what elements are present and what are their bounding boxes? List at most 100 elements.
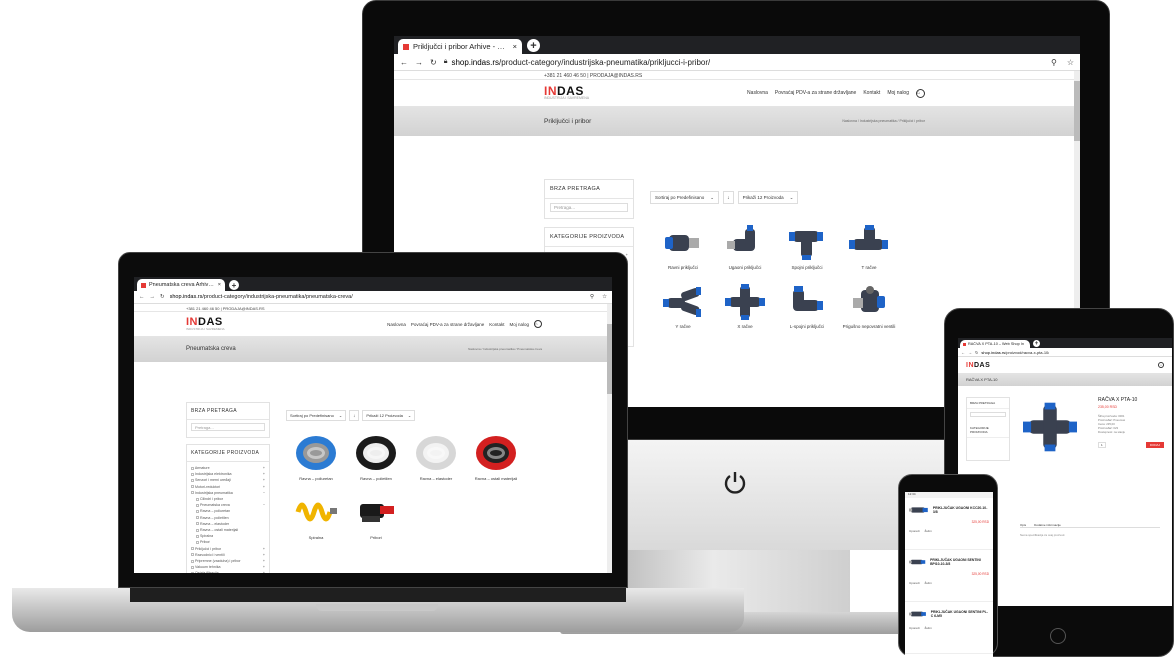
product-title[interactable]: Prigušno nepovratni ventili [838,324,900,329]
new-tab-icon[interactable]: + [1033,340,1040,347]
sort-select[interactable]: Sortiraj po Predefinisano ⌄ [286,410,347,421]
expand-icon[interactable]: − [263,502,265,508]
product-title[interactable]: T račve [838,265,900,270]
forward-icon[interactable]: → [968,350,972,355]
nav-vat-refund[interactable]: Povraćaj PDV-a za strane državljane [775,90,856,96]
tab-close-icon[interactable]: × [513,42,517,51]
product-card[interactable]: Spojni priključci [776,221,838,270]
checkbox[interactable] [191,572,194,573]
nav-home[interactable]: Naslovna [747,90,768,96]
checkbox[interactable] [196,540,199,544]
checkbox[interactable] [191,553,194,557]
list-item[interactable]: PRIKLJUČAK UGAONI SENTINI PL-C 6-M5 Upore… [905,602,993,654]
url-field[interactable]: shop.indas.rs/proizvod/racva-x-pta-10/ [981,350,1049,355]
zoom-icon[interactable]: ⚲ [590,294,594,300]
checkbox[interactable] [191,478,194,482]
zoom-icon[interactable]: ⚲ [1051,58,1057,67]
checkbox[interactable] [191,491,194,495]
product-card[interactable]: Prigušno nepovratni ventili [838,280,900,329]
site-logo[interactable]: INDAS [966,362,990,369]
checkbox[interactable] [196,528,199,532]
bookmark-star-icon[interactable]: ☆ [602,294,607,300]
product-card[interactable]: T račve [838,221,900,270]
home-button[interactable] [1050,628,1066,644]
search-input[interactable]: Pretraga... [550,203,628,212]
product-title[interactable]: Pribori [346,535,406,540]
sort-order-button[interactable]: ↓ [723,191,734,204]
expand-icon[interactable]: − [263,490,265,496]
nav-home[interactable]: Naslovna [387,322,406,327]
tab-description[interactable]: Opis [1020,523,1026,527]
expand-icon[interactable]: + [263,570,265,573]
product-card[interactable]: Ravna – poliuretan [286,430,346,481]
back-icon[interactable]: ← [961,350,965,355]
product-card[interactable]: Pribori [346,489,406,540]
product-card[interactable]: Ugaoni priključci [714,221,776,270]
wishlist-button[interactable]: Želim [925,581,932,585]
product-card[interactable]: Ravna – elastoder [406,430,466,481]
sort-order-button[interactable]: ↓ [349,410,360,421]
checkbox[interactable] [191,485,194,489]
cart-icon[interactable]: ⌂ [534,320,542,328]
product-card[interactable]: Ravni priključci [652,221,714,270]
back-icon[interactable]: ← [139,294,145,300]
reload-icon[interactable]: ↻ [430,58,437,67]
tab-close-icon[interactable]: × [218,282,221,288]
compare-button[interactable]: Uporedi [909,529,920,533]
bookmark-star-icon[interactable]: ☆ [1067,58,1074,67]
browser-tab[interactable]: Pneumatska creva Arhive - Web S × [137,279,225,291]
compare-button[interactable]: Uporedi [909,626,920,630]
product-title[interactable]: Spiralna [286,535,346,540]
product-title[interactable]: Ravna – poliuretan [286,476,346,481]
browser-tab[interactable]: RAČVA X PTA-10 – Web Shop In [960,340,1030,348]
cart-icon[interactable]: ⌂ [916,88,925,98]
browser-tab[interactable]: Priključci i pribor Arhive - Web S × [398,39,522,54]
product-title[interactable]: Spojni priključci [776,265,838,270]
reload-icon[interactable]: ↻ [160,294,165,300]
product-card[interactable]: Ravna – polietilen [346,430,406,481]
wishlist-button[interactable]: Želim [925,529,932,533]
add-to-cart-button[interactable]: DODAJ [1145,442,1164,448]
product-title[interactable]: Ugaoni priključci [714,265,776,270]
product-title[interactable]: X račve [714,324,776,329]
search-input[interactable] [970,412,1006,417]
checkbox[interactable] [191,559,194,563]
reload-icon[interactable]: ↻ [975,350,978,355]
per-page-select[interactable]: Prikaži 12 Proizvoda ⌄ [362,410,416,421]
product-title[interactable]: L-spojni priključci [776,324,838,329]
checkbox[interactable] [196,522,199,526]
checkbox[interactable] [196,534,199,538]
checkbox[interactable] [196,516,199,520]
checkbox[interactable] [191,565,194,569]
product-title[interactable]: Ravna – polietilen [346,476,406,481]
list-item[interactable]: PRIKLJUČAK UGAONI SENTINI BPI10-10-3/8 32… [905,550,993,602]
tab-additional-info[interactable]: Dodatne informacije [1034,523,1061,527]
sort-select[interactable]: Sortiraj po Predefinisano ⌄ [650,191,720,204]
product-title[interactable]: Ravni priključci [652,265,714,270]
new-tab-icon[interactable]: + [527,39,540,52]
product-card[interactable]: L-spojni priključci [776,280,838,329]
product-title[interactable]: Y račve [652,324,714,329]
nav-contact[interactable]: Kontakt [489,322,504,327]
checkbox[interactable] [191,472,194,476]
url-field[interactable]: shop.indas.rs/product-category/industrij… [170,294,353,300]
site-logo[interactable]: INDAS INDUSTRIJA I SAVREMENA [544,85,589,101]
nav-vat-refund[interactable]: Povraćaj PDV-a za strane državljane [411,322,484,327]
new-tab-icon[interactable]: + [229,280,239,290]
url-field[interactable]: shop.indas.rs/product-category/industrij… [451,58,710,67]
checkbox[interactable] [196,509,199,513]
cart-icon[interactable]: ⌂ [1158,362,1164,368]
compare-button[interactable]: Uporedi [909,581,920,585]
product-card[interactable]: Y račve [652,280,714,329]
product-card[interactable]: X račve [714,280,776,329]
forward-icon[interactable]: → [415,58,423,67]
checkbox[interactable] [191,547,194,551]
forward-icon[interactable]: → [150,294,156,300]
page-scrollbar[interactable] [607,304,612,573]
checkbox[interactable] [191,466,194,470]
quantity-input[interactable]: 1 [1098,442,1106,448]
site-logo[interactable]: INDAS INDUSTRIJA I SAVREMENA [186,317,225,331]
checkbox[interactable] [196,497,199,501]
product-card[interactable]: Spiralna [286,489,346,540]
search-input[interactable]: Pretraga... [191,423,265,431]
